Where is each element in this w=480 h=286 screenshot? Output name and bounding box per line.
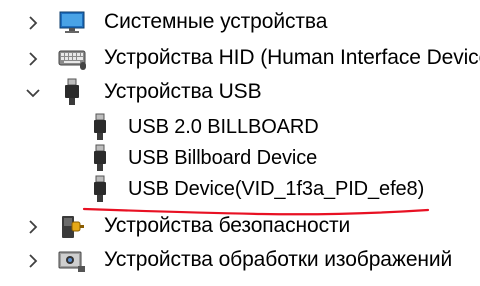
tree-item-label: Устройства безопасности <box>104 214 351 237</box>
tree-item-label: USB 2.0 BILLBOARD <box>128 116 319 138</box>
chevron-right-icon[interactable] <box>22 210 44 242</box>
tree-item-hid-devices[interactable]: Устройства HID (Human Interface Device <box>0 42 480 74</box>
device-tree: Системные устройства Устройства HID (Hum… <box>0 0 480 286</box>
tree-item-label: USB Billboard Device <box>128 147 318 169</box>
tree-item-label: USB Device(VID_1f3a_PID_efe8) <box>128 178 425 200</box>
tree-item-label: Устройства обработки изображений <box>104 248 453 271</box>
chevron-right-icon[interactable] <box>22 6 44 38</box>
chevron-down-icon[interactable] <box>22 76 44 108</box>
usb-plug-icon <box>88 142 112 174</box>
usb-plug-icon <box>56 76 88 108</box>
keyboard-icon <box>56 42 88 74</box>
tree-item-security-devices[interactable]: Устройства безопасности <box>0 210 480 242</box>
chevron-right-icon[interactable] <box>22 244 44 276</box>
chevron-right-icon[interactable] <box>22 42 44 74</box>
camera-icon <box>56 244 88 276</box>
tree-item-system-devices[interactable]: Системные устройства <box>0 6 480 38</box>
tree-item-label: Системные устройства <box>104 10 328 33</box>
tree-item-label: Устройства USB <box>104 80 262 103</box>
tree-item-label: Устройства HID (Human Interface Device <box>104 46 480 69</box>
usb-plug-icon <box>88 173 112 205</box>
security-key-icon <box>56 210 88 242</box>
tree-item-usb-devices[interactable]: Устройства USB <box>0 76 480 108</box>
tree-item-imaging-devices[interactable]: Устройства обработки изображений <box>0 244 480 276</box>
tree-item-usb-billboard-20[interactable]: USB 2.0 BILLBOARD <box>88 111 480 143</box>
tree-item-usb-device-vid-pid[interactable]: USB Device(VID_1f3a_PID_efe8) <box>88 173 480 205</box>
usb-plug-icon <box>88 111 112 143</box>
tree-item-usb-billboard-device[interactable]: USB Billboard Device <box>88 142 480 174</box>
computer-icon <box>56 6 88 38</box>
